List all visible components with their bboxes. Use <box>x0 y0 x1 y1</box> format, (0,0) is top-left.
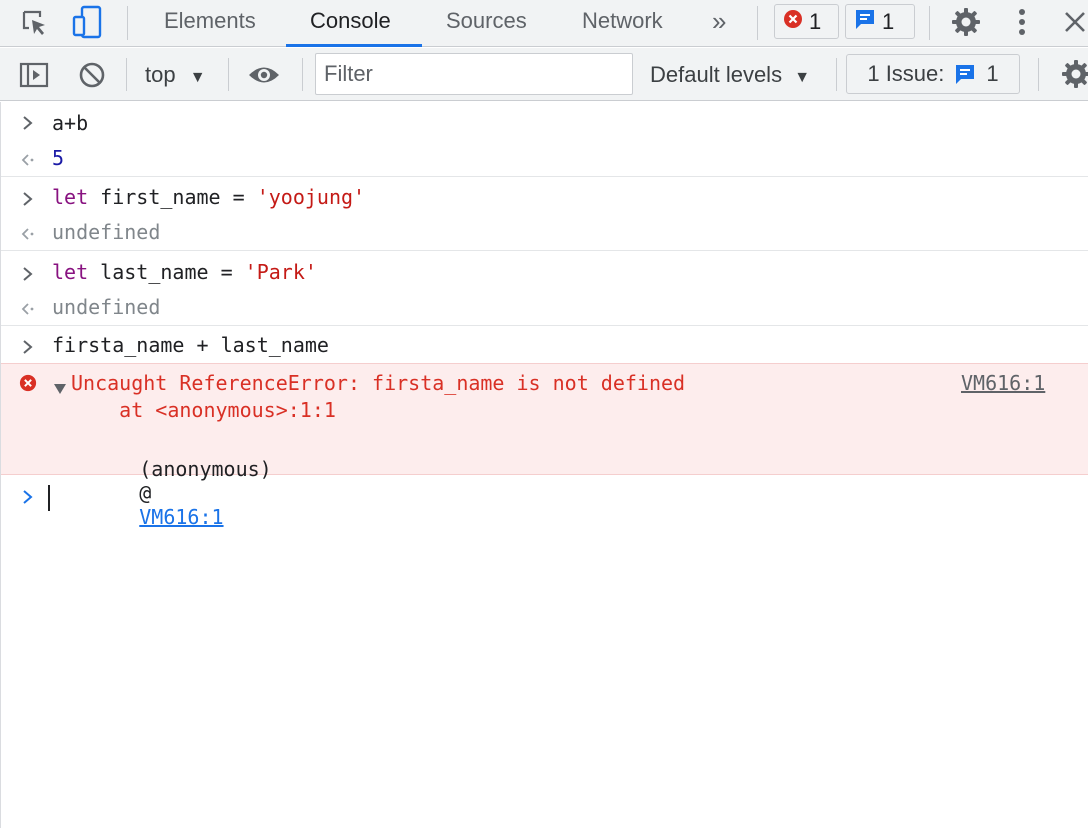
code-text: last_name = <box>88 260 245 284</box>
dropdown-arrow-icon: ▼ <box>189 69 206 86</box>
divider <box>126 58 127 91</box>
context-label: top <box>145 62 176 87</box>
divider <box>302 58 303 91</box>
error-stack-line: at <anonymous>:1:1 <box>71 398 336 422</box>
console-result: undefined <box>52 220 161 244</box>
console-result: 5 <box>52 146 65 170</box>
clear-console-icon[interactable] <box>76 59 108 91</box>
issues-label: 1 Issue: <box>867 61 945 86</box>
string-literal: 'Park' <box>244 260 317 284</box>
console-output[interactable]: a+b 5 let first_name = 'yoojung' undefin… <box>0 102 1088 828</box>
issues-count: 1 <box>986 61 999 86</box>
divider <box>127 6 128 40</box>
more-tabs-icon[interactable]: » <box>712 0 726 47</box>
tab-sources[interactable]: Sources <box>446 0 527 47</box>
devtools-tabbar: Elements Console Sources Network » 1 1 <box>0 0 1088 47</box>
console-input: let last_name = 'Park' <box>52 260 317 284</box>
result-arrow-icon <box>19 298 37 320</box>
text-cursor <box>48 485 50 511</box>
tab-elements[interactable]: Elements <box>164 0 256 47</box>
message-count: 1 <box>882 8 895 34</box>
error-count: 1 <box>809 8 822 34</box>
issues-button[interactable]: 1 Issue: 1 <box>846 54 1020 94</box>
error-message: Uncaught ReferenceError: firsta_name is … <box>1 363 1088 529</box>
device-toolbar-icon[interactable] <box>70 4 106 42</box>
divider <box>228 58 229 91</box>
keyword: let <box>52 185 89 209</box>
console-prompt[interactable] <box>1 475 1088 535</box>
input-chevron-icon <box>19 112 37 134</box>
console-input: firsta_name + last_name <box>52 333 329 357</box>
message-icon <box>854 8 876 36</box>
error-icon <box>19 372 37 394</box>
error-source-link[interactable]: VM616:1 <box>961 371 1045 395</box>
console-settings-gear-icon[interactable] <box>1060 58 1088 90</box>
inspect-element-icon[interactable] <box>18 6 52 40</box>
message-counter[interactable]: 1 <box>845 4 915 39</box>
string-literal: 'yoojung' <box>256 185 366 209</box>
console-entry: a+b 5 <box>1 102 1088 177</box>
input-chevron-icon <box>19 188 37 210</box>
divider <box>757 6 758 40</box>
result-arrow-icon <box>19 223 37 245</box>
input-chevron-icon <box>19 336 37 358</box>
result-arrow-icon <box>19 149 37 171</box>
console-entry: let first_name = 'yoojung' undefined <box>1 177 1088 251</box>
message-icon <box>954 63 976 85</box>
divider <box>1038 58 1039 91</box>
code-text: first_name = <box>88 185 257 209</box>
tab-console[interactable]: Console <box>310 0 391 47</box>
expand-triangle-icon[interactable] <box>53 376 67 400</box>
log-levels-label: Default levels <box>650 62 783 87</box>
console-result: undefined <box>52 295 161 319</box>
more-options-icon[interactable] <box>1010 4 1034 40</box>
live-expression-eye-icon[interactable] <box>245 60 283 90</box>
console-input: let first_name = 'yoojung' <box>52 185 365 209</box>
tab-network[interactable]: Network <box>582 0 663 47</box>
console-entry: firsta_name + last_name <box>1 326 1088 363</box>
divider <box>836 58 837 91</box>
context-selector[interactable]: top ▼ <box>145 48 206 101</box>
console-input: a+b <box>52 111 89 135</box>
console-toolbar: top ▼ Default levels ▼ 1 Issue: 1 <box>0 48 1088 101</box>
console-entry: let last_name = 'Park' undefined <box>1 251 1088 326</box>
settings-gear-icon[interactable] <box>948 4 984 40</box>
filter-input[interactable] <box>315 53 633 95</box>
error-text: Uncaught ReferenceError: firsta_name is … <box>71 371 686 395</box>
active-tab-indicator <box>286 44 422 47</box>
divider <box>929 6 930 40</box>
keyword: let <box>52 260 89 284</box>
error-icon <box>783 9 803 35</box>
error-counter[interactable]: 1 <box>774 4 839 39</box>
prompt-chevron-icon <box>19 486 37 508</box>
close-icon[interactable] <box>1062 6 1088 38</box>
sidebar-toggle-icon[interactable] <box>18 60 50 90</box>
log-levels-dropdown[interactable]: Default levels ▼ <box>650 48 810 101</box>
dropdown-arrow-icon: ▼ <box>794 69 811 86</box>
input-chevron-icon <box>19 263 37 285</box>
